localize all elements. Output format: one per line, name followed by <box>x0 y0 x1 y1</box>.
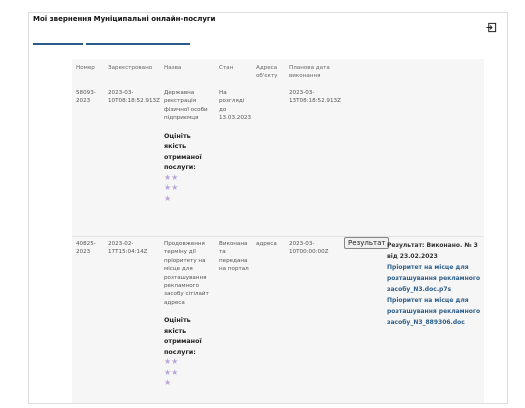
appeals-panel: Мої звернення Муніципальні онлайн-послуги… <box>28 12 508 404</box>
cell-empty <box>340 89 385 236</box>
cell-address: адреса <box>256 241 277 247</box>
col-result-button <box>340 64 385 86</box>
col-planned-date: Планова дата виконання <box>289 65 330 80</box>
col-status: Стан <box>219 65 234 71</box>
tabs-bar: Мої звернення Муніципальні онлайн-послуги <box>33 15 217 23</box>
cell-registered: 2023-02-17T15:04:14Z <box>108 241 148 256</box>
table-row: 58093-2023 2023-03-10T08:18:52.913Z Держ… <box>72 86 484 236</box>
tab-underline <box>86 43 190 45</box>
rate-label: Оцініть якість отриманої послуги: <box>164 316 202 356</box>
cell-status: Виконана та передана на портал <box>219 241 249 273</box>
rating-stars[interactable]: ★★ ★★ ★ <box>164 173 213 205</box>
cell-address <box>252 89 285 236</box>
col-result <box>385 64 484 86</box>
result-file-link[interactable]: Пріоритет на місце для розташування рекл… <box>387 295 482 328</box>
star-icon[interactable]: ★★ <box>164 173 213 184</box>
rate-label: Оцініть якість отриманої послуги: <box>164 131 202 172</box>
star-icon[interactable]: ★★ <box>164 368 213 379</box>
rating-stars[interactable]: ★★ ★★ ★ <box>164 357 213 389</box>
cell-number: 40825-2023 <box>76 241 96 256</box>
tab-my-appeals[interactable]: Мої звернення <box>33 15 92 23</box>
cell-planned-date: 2023-03-13T08:18:52.913Z <box>289 90 341 105</box>
tab-active-indicator <box>33 43 83 45</box>
col-address: Адреса об'єкту <box>256 65 278 80</box>
star-icon[interactable]: ★★ <box>164 183 213 194</box>
result-button[interactable]: Результат <box>344 237 390 250</box>
cell-planned-date: 2023-03-10T00:00:00Z <box>289 241 329 256</box>
service-name: Продовження терміну дії пріоритету на мі… <box>164 241 209 306</box>
cell-result-button: Результат <box>340 237 390 403</box>
cell-name: Державна реєстрація фізичної особи підпр… <box>160 89 215 236</box>
tab-municipal-services[interactable]: Муніципальні онлайн-послуги <box>94 15 216 23</box>
col-registered: Зареєстровано <box>108 65 153 71</box>
cell-name: Продовження терміну дії пріоритету на мі… <box>160 240 215 403</box>
table-row: 40825-2023 2023-02-17T15:04:14Z Продовже… <box>72 236 484 403</box>
star-icon[interactable]: ★ <box>164 194 213 205</box>
cell-status: На розгляді до 13.03.2023 <box>219 90 252 122</box>
col-name: Назва <box>164 65 182 71</box>
result-file-link[interactable]: Пріоритет на місце для розташування рекл… <box>387 262 482 295</box>
cell-empty <box>385 89 484 236</box>
table-header: Номер Зареєстровано Назва Стан Адреса об… <box>72 59 484 86</box>
logout-icon[interactable] <box>486 22 497 33</box>
star-icon[interactable]: ★ <box>164 378 213 389</box>
cell-result: Результат: Виконано. № 3 від 23.02.2023 … <box>385 240 484 403</box>
col-number: Номер <box>76 65 95 71</box>
cell-number: 58093-2023 <box>76 90 96 105</box>
appeals-table: Номер Зареєстровано Назва Стан Адреса об… <box>72 59 484 403</box>
service-name: Державна реєстрація фізичної особи підпр… <box>164 90 208 122</box>
result-title: Результат: Виконано. № 3 від 23.02.2023 <box>387 242 478 260</box>
cell-registered: 2023-03-10T08:18:52.913Z <box>108 90 160 105</box>
star-icon[interactable]: ★★ <box>164 357 213 368</box>
